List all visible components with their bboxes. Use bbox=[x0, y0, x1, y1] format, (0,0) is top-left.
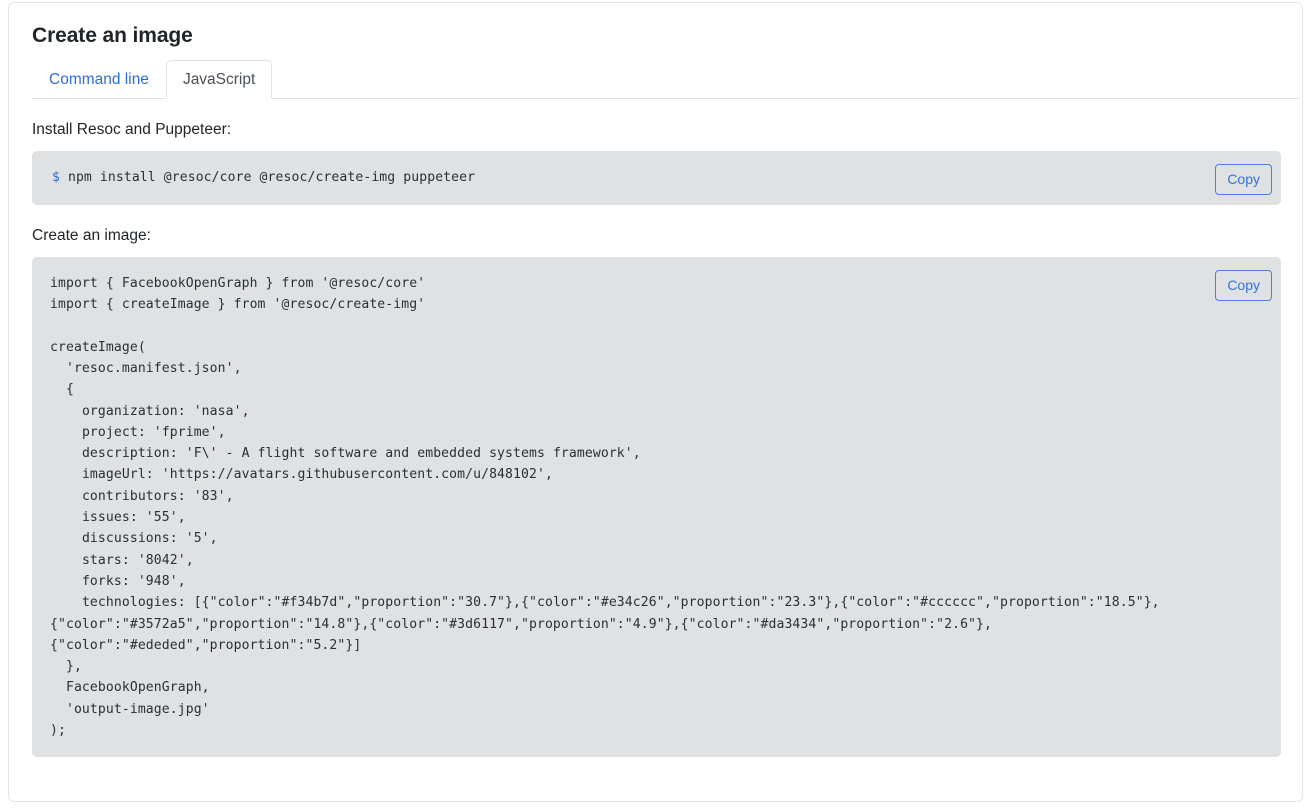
copy-install-button[interactable]: Copy bbox=[1215, 164, 1272, 196]
shell-prompt-sigil: $ bbox=[52, 170, 60, 186]
copy-create-button[interactable]: Copy bbox=[1215, 269, 1272, 301]
page-title: Create an image bbox=[32, 24, 193, 47]
card-body: Create an image Command line JavaScript … bbox=[9, 3, 1302, 758]
create-code-block: import { FacebookOpenGraph } from '@reso… bbox=[32, 256, 1281, 758]
tab-command-line[interactable]: Command line bbox=[32, 60, 166, 100]
create-section-label: Create an image: bbox=[32, 226, 151, 244]
install-command: npm install @resoc/core @resoc/create-im… bbox=[59, 170, 476, 186]
tab-bar: Command line JavaScript bbox=[32, 58, 1299, 100]
create-code-text: import { FacebookOpenGraph } from '@reso… bbox=[50, 275, 1160, 738]
tab-javascript[interactable]: JavaScript bbox=[165, 59, 273, 100]
install-section-label: Install Resoc and Puppeteer: bbox=[32, 121, 232, 139]
install-code-text: $ npm install @resoc/core @resoc/create-… bbox=[50, 167, 1261, 188]
create-image-card: Create an image Command line JavaScript … bbox=[8, 2, 1303, 802]
install-code-block: $ npm install @resoc/core @resoc/create-… bbox=[32, 151, 1281, 205]
